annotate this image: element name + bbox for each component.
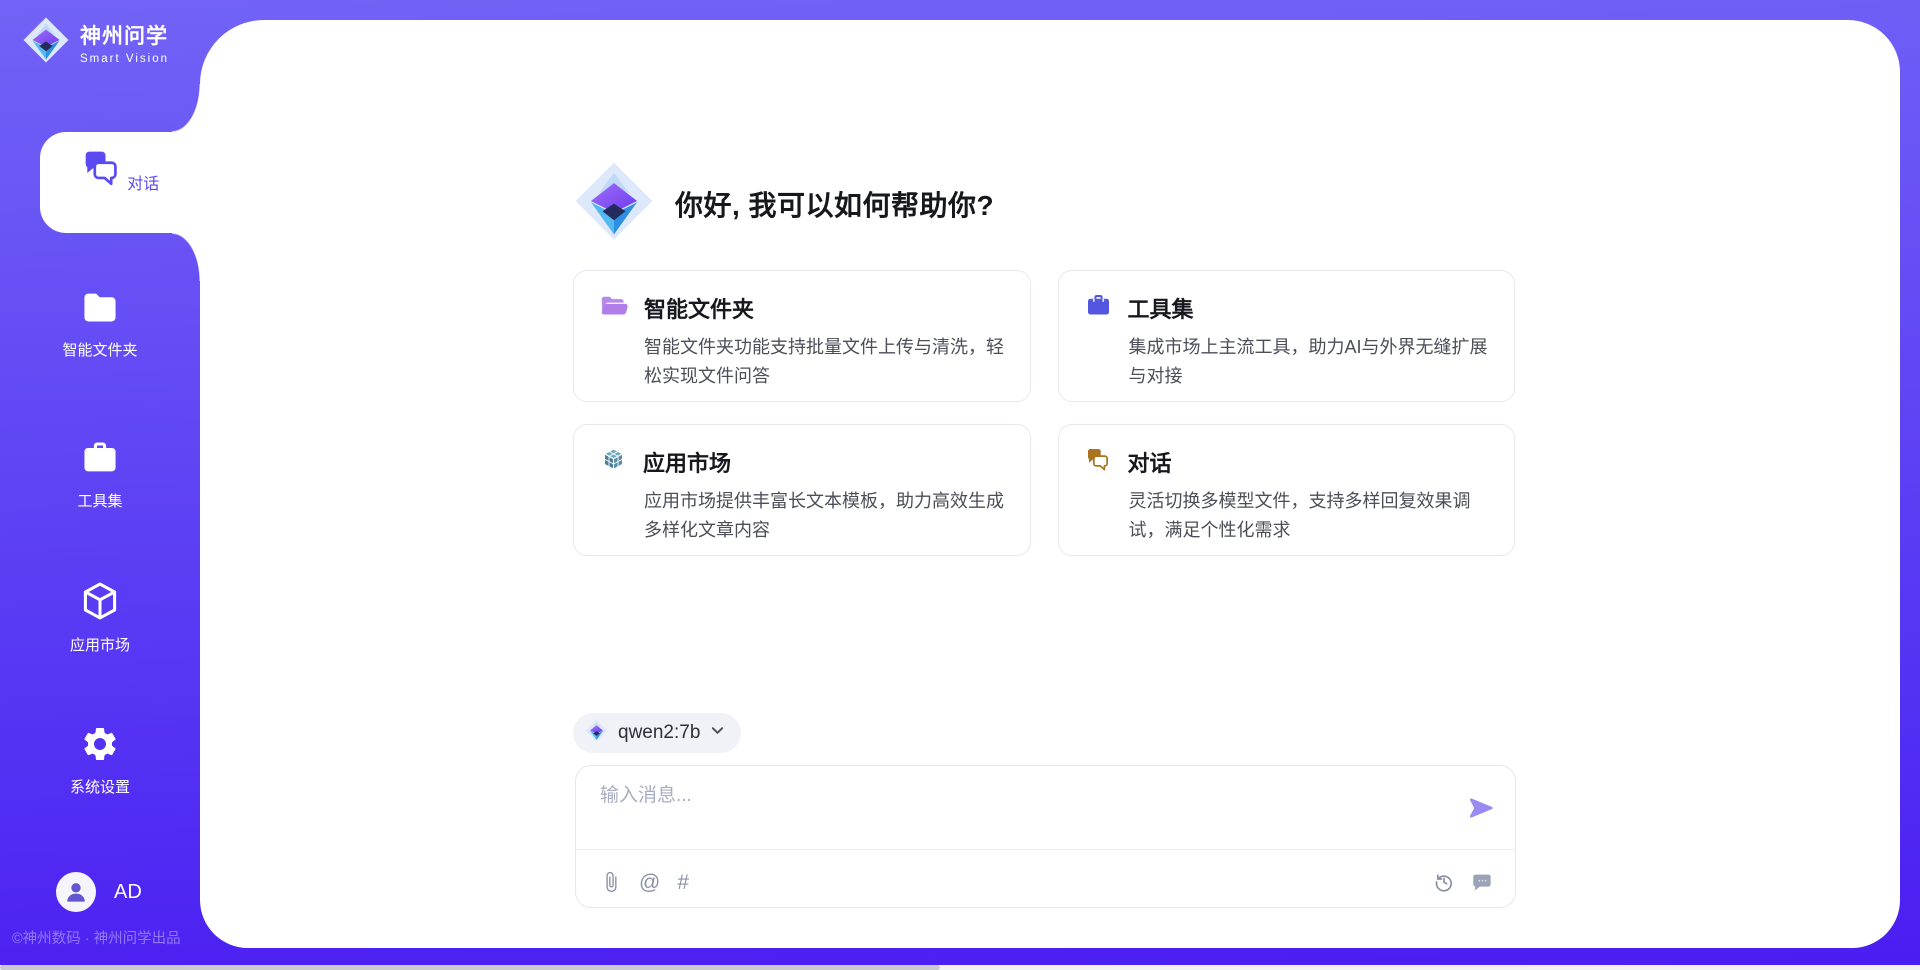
folder-open-icon	[600, 293, 628, 323]
sidebar-item-settings[interactable]: 系统设置	[0, 724, 200, 797]
card-title: 对话	[1128, 446, 1172, 478]
briefcase-icon	[79, 438, 121, 483]
card-chat[interactable]: 对话 灵活切换多模型文件，支持多样回复效果调试，满足个性化需求	[1058, 424, 1516, 556]
composer-divider	[576, 849, 1515, 850]
brand-subtitle: Smart Vision	[80, 53, 169, 65]
cube-icon	[79, 580, 121, 627]
greeting-block: 你好, 我可以如何帮助你?	[573, 160, 994, 247]
sidebar-item-label: 系统设置	[0, 776, 200, 797]
card-description: 应用市场提供丰富长文本模板，助力高效生成多样化文章内容	[644, 487, 1012, 545]
sidebar-item-label: 对话	[127, 176, 159, 193]
sidebar-item-smart-folder[interactable]: 智能文件夹	[0, 287, 200, 360]
sidebar-item-label: 工具集	[0, 490, 200, 511]
chat-icon	[1085, 446, 1112, 478]
card-description: 集成市场上主流工具，助力AI与外界无缝扩展与对接	[1129, 333, 1497, 391]
model-name: qwen2:7b	[618, 722, 700, 744]
sidebar-item-label: 智能文件夹	[0, 339, 200, 360]
card-app-market[interactable]: 应用市场 应用市场提供丰富长文本模板，助力高效生成多样化文章内容	[573, 424, 1031, 556]
chevron-down-icon[interactable]	[710, 723, 725, 743]
message-composer: @ #	[575, 765, 1516, 908]
sidebar-item-chat[interactable]: 对话	[40, 132, 200, 233]
message-input[interactable]	[600, 780, 1420, 842]
card-description: 灵活切换多模型文件，支持多样回复效果调试，满足个性化需求	[1129, 487, 1497, 545]
app-logo: 神州问学 Smart Vision	[22, 16, 169, 69]
user-avatar-icon	[56, 872, 96, 912]
sidebar-item-toolset[interactable]: 工具集	[0, 438, 200, 511]
main-panel: 你好, 我可以如何帮助你? 智能文件夹 智能文件夹功能支持批量文件上传与清洗，轻…	[200, 20, 1900, 948]
card-smart-folder[interactable]: 智能文件夹 智能文件夹功能支持批量文件上传与清洗，轻松实现文件问答	[573, 270, 1031, 402]
model-selector[interactable]: qwen2:7b	[573, 713, 741, 753]
folder-icon	[78, 287, 122, 332]
at-icon[interactable]: @	[639, 872, 660, 893]
sidebar-item-label: 应用市场	[0, 634, 200, 655]
brand-gem-icon	[22, 16, 70, 69]
briefcase-icon	[1085, 292, 1112, 324]
cube-grid-icon	[600, 446, 627, 478]
chat-icon	[81, 176, 123, 193]
horizontal-scrollbar[interactable]	[0, 965, 1920, 970]
chat-bubble-icon[interactable]	[1471, 871, 1493, 893]
model-logo-icon	[585, 719, 608, 747]
send-icon[interactable]	[1467, 794, 1495, 822]
paperclip-icon[interactable]	[600, 871, 622, 893]
brand-name: 神州问学	[80, 20, 169, 50]
user-name: AD	[114, 881, 142, 904]
card-title: 应用市场	[643, 446, 731, 478]
sidebar-item-app-market[interactable]: 应用市场	[0, 580, 200, 655]
hash-icon[interactable]: #	[677, 872, 689, 893]
greeting-gem-icon	[573, 160, 655, 247]
shortcut-cards: 智能文件夹 智能文件夹功能支持批量文件上传与清洗，轻松实现文件问答 工具集 集成…	[573, 270, 1515, 556]
history-icon[interactable]	[1433, 871, 1455, 893]
card-title: 智能文件夹	[644, 292, 754, 324]
scrollbar-thumb[interactable]	[0, 965, 940, 970]
card-toolset[interactable]: 工具集 集成市场上主流工具，助力AI与外界无缝扩展与对接	[1058, 270, 1516, 402]
sidebar: 神州问学 Smart Vision 对话 智能文件夹 工具集 应用市场 系统设置…	[0, 0, 200, 970]
greeting-title: 你好, 我可以如何帮助你?	[675, 184, 994, 224]
gear-icon	[80, 724, 120, 769]
copyright-text: ©神州数码 · 神州问学出品	[12, 927, 200, 948]
user-account[interactable]: AD	[56, 872, 142, 912]
card-description: 智能文件夹功能支持批量文件上传与清洗，轻松实现文件问答	[644, 333, 1012, 391]
card-title: 工具集	[1128, 292, 1194, 324]
